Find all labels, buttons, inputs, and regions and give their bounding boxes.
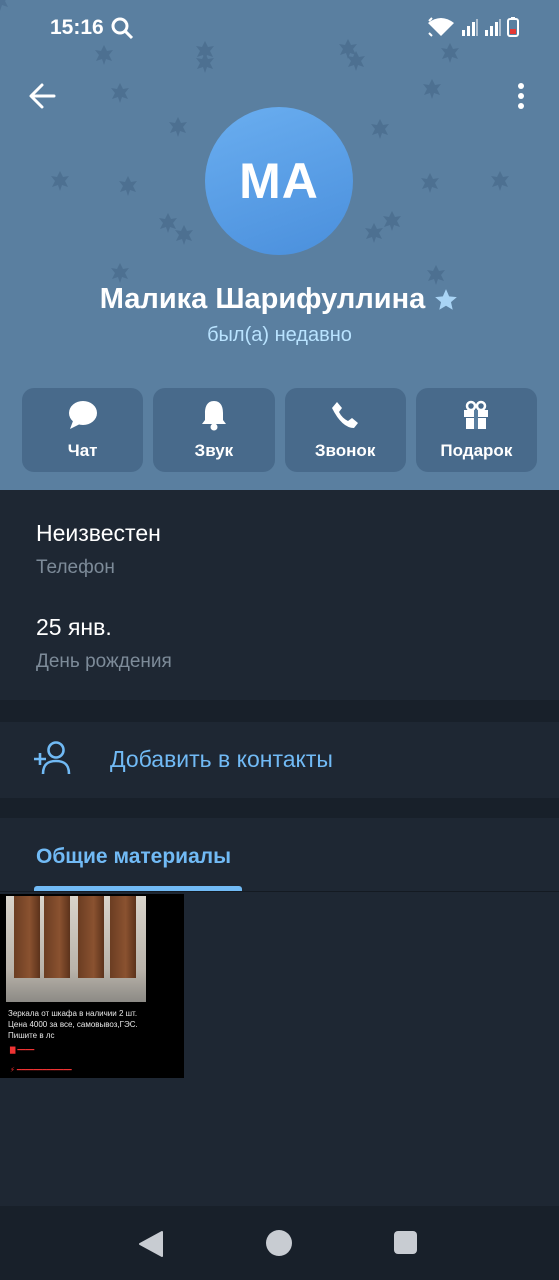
- add-to-contacts-button[interactable]: Добавить в контакты: [0, 722, 559, 798]
- thumbnail-photo: [6, 896, 146, 1002]
- signal-icon: [462, 19, 478, 36]
- call-button[interactable]: Звонок: [284, 388, 406, 472]
- shared-media-tabs: Общие материалы: [0, 818, 559, 892]
- sound-button[interactable]: Звук: [153, 388, 275, 472]
- tab-active-indicator: [34, 886, 242, 891]
- sound-button-label: Звук: [194, 441, 234, 460]
- gift-button-label: Подарок: [440, 441, 513, 460]
- profile-info: Неизвестен Телефон 25 янв. День рождения: [0, 490, 559, 700]
- profile-name: Малика Шарифуллина: [99, 283, 426, 315]
- wifi-icon: [428, 17, 454, 37]
- nav-recent-icon[interactable]: [394, 1231, 417, 1254]
- search-icon: [111, 17, 134, 40]
- battery-icon: [507, 17, 519, 37]
- nav-back-icon[interactable]: [138, 1230, 164, 1258]
- phone-label: Телефон: [36, 557, 115, 578]
- status-bar: 15:16: [0, 0, 559, 56]
- add-person-icon: [34, 741, 71, 775]
- shared-media-grid: Зеркала от шкафа в наличии 2 шт. Цена 40…: [0, 892, 559, 1206]
- thumbnail-caption: Зеркала от шкафа в наличии 2 шт. Цена 40…: [8, 1009, 138, 1040]
- status-time: 15:16: [50, 16, 104, 39]
- birthday-label: День рождения: [36, 651, 172, 672]
- chat-button-label: Чат: [67, 441, 98, 460]
- more-vertical-icon: [518, 83, 524, 109]
- arrow-left-icon: [29, 83, 56, 109]
- phone-value: Неизвестен: [36, 520, 161, 546]
- nav-home-icon[interactable]: [266, 1230, 292, 1256]
- thumbnail-red-mark: ▇ ━━━━: [10, 1047, 35, 1054]
- section-divider: [0, 700, 559, 722]
- last-seen-status: был(а) недавно: [207, 324, 352, 346]
- more-menu-button[interactable]: [505, 78, 537, 114]
- back-button[interactable]: [24, 78, 60, 114]
- profile-header: 15:16 МА Малика Шарифуллина был(а) недав…: [0, 0, 559, 490]
- call-button-label: Звонок: [314, 441, 376, 460]
- gift-icon: [464, 400, 489, 429]
- avatar-initials: МА: [239, 153, 319, 209]
- bell-icon: [201, 401, 226, 431]
- chat-button[interactable]: Чат: [22, 388, 144, 472]
- phone-icon: [332, 402, 359, 428]
- status-icons: [426, 17, 519, 37]
- section-divider: [0, 798, 559, 818]
- thumbnail-red-mark: ⚡ ━━━━━━━━━━━━━: [10, 1067, 72, 1074]
- signal-icon: [485, 19, 501, 36]
- add-to-contacts-label: Добавить в контакты: [110, 746, 333, 772]
- chat-bubble-icon: [68, 401, 97, 429]
- birthday-value: 25 янв.: [36, 614, 112, 640]
- profile-name-row: Малика Шарифуллина: [0, 283, 559, 316]
- avatar[interactable]: МА: [205, 107, 353, 255]
- action-buttons: Чат Звук Звонок Подарок: [22, 388, 537, 472]
- tab-shared-media[interactable]: Общие материалы: [36, 845, 231, 869]
- system-nav-bar: [0, 1206, 559, 1280]
- media-thumbnail[interactable]: Зеркала от шкафа в наличии 2 шт. Цена 40…: [0, 894, 184, 1078]
- premium-star-icon[interactable]: [433, 287, 459, 313]
- gift-button[interactable]: Подарок: [415, 388, 537, 472]
